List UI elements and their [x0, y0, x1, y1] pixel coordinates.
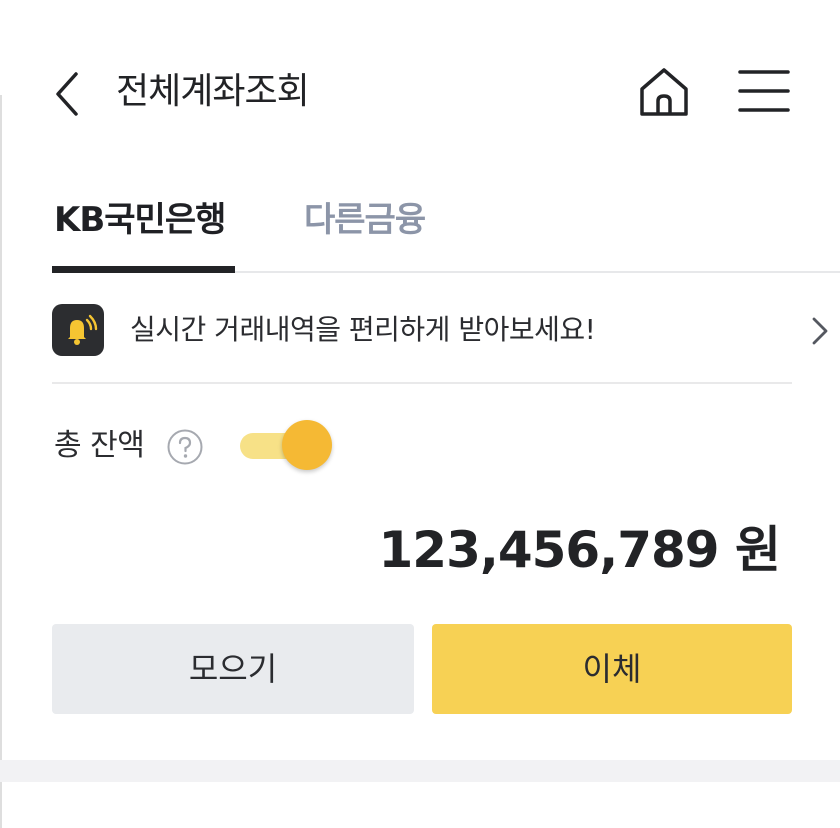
section-divider: [52, 382, 792, 384]
hamburger-menu-icon[interactable]: [736, 66, 792, 116]
section-separator-band: [0, 760, 840, 782]
transfer-button[interactable]: 이체: [432, 624, 792, 714]
account-overview-screen: 전체계좌조회 KB국민은행 다른금융 실시간 거래내역을 편리하게 받아보세요!…: [0, 0, 840, 828]
realtime-notice-banner[interactable]: 실시간 거래내역을 편리하게 받아보세요!: [52, 300, 828, 362]
header: 전체계좌조회: [0, 48, 840, 138]
account-tabs: KB국민은행 다른금융: [0, 188, 840, 274]
question-circle-icon[interactable]: [166, 428, 204, 466]
chevron-left-icon[interactable]: [48, 66, 88, 122]
page-title: 전체계좌조회: [116, 71, 310, 112]
notice-text: 실시간 거래내역을 편리하게 받아보세요!: [130, 313, 596, 346]
collect-button[interactable]: 모으기: [52, 624, 414, 714]
tab-kb-bank[interactable]: KB국민은행: [54, 192, 226, 248]
active-tab-indicator: [52, 266, 235, 273]
bell-icon: [52, 304, 104, 356]
home-icon[interactable]: [634, 62, 694, 122]
balance-visibility-toggle[interactable]: [238, 420, 334, 474]
total-balance-amount: 123,456,789 원: [378, 521, 781, 579]
tab-other-finance[interactable]: 다른금융: [304, 192, 426, 248]
chevron-right-icon: [808, 310, 832, 352]
total-balance-label: 총 잔액: [54, 428, 145, 463]
toggle-knob: [282, 420, 332, 470]
